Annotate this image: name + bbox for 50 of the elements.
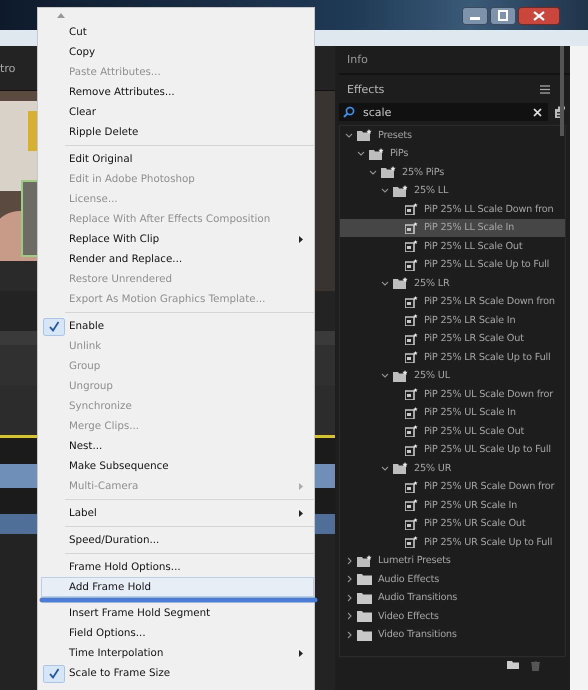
menu-item[interactable]: Render and Replace... [41,249,314,269]
panel-title: Effects [347,82,384,96]
tree-item[interactable]: PiP 25% LR Scale Out [340,330,565,348]
tree-item[interactable]: 25% LR [340,274,565,292]
tree-item[interactable]: PiP 25% LR Scale In [340,311,565,330]
panel-tab[interactable]: tro [0,62,16,74]
tree-item[interactable]: PiP 25% UL Scale Up to Full [340,440,565,459]
tree-item[interactable]: PiP 25% UL Scale Down fror [340,385,565,404]
menu-item[interactable]: Field Options... [41,623,314,643]
tree-item[interactable]: PiP 25% LL Scale In [340,218,565,237]
menu-item[interactable]: Insert Frame Hold Segment [41,603,314,623]
menu-item[interactable]: Remove Attributes... [41,82,314,102]
tree-item[interactable]: PiP 25% UR Scale In [340,496,565,514]
menu-item[interactable]: Frame Hold Options... [41,557,314,577]
tree-item[interactable]: Video Transitions [340,626,565,644]
tree-item[interactable]: Audio Effects [340,570,565,588]
menu-item[interactable]: Copy [41,42,314,62]
tree-item[interactable]: PiP 25% LL Scale Out [340,237,565,256]
tree-item[interactable]: PiP 25% UR Scale Out [340,514,565,533]
menu-item[interactable]: Time Interpolation [41,643,314,663]
tree-item[interactable]: Presets [340,126,565,144]
menu-item[interactable]: Cut [41,22,314,42]
menu-item[interactable]: Add Frame Hold [41,577,314,597]
menu-item[interactable]: Clear [41,102,314,122]
tree-item[interactable]: 25% UR [340,459,565,478]
tree-item[interactable]: Lumetri Presets [340,552,565,570]
tree-item[interactable]: 25% UL [340,366,565,385]
menu-item[interactable]: Edit Original [41,149,314,169]
tree-item[interactable]: PiP 25% UL Scale Out [340,422,565,440]
tree-item[interactable]: Audio Transitions [340,588,565,607]
menu-item[interactable]: Nest... [41,436,314,456]
tree-item[interactable]: 25% PiPs [340,163,565,182]
menu-item[interactable]: Label [41,503,314,523]
tree-item[interactable]: PiP 25% UR Scale Down fror [340,478,565,496]
tree-item[interactable]: PiP 25% LL Scale Up to Full [340,256,565,274]
menu-item[interactable]: Speed/Duration... [41,530,314,550]
menu-item[interactable]: Make Subsequence [41,456,314,476]
tree-item[interactable]: PiPs [340,144,565,163]
menu-item[interactable]: Replace With Clip [41,229,314,249]
tree-item[interactable]: Video Effects [340,607,565,626]
menu-item[interactable]: Scale to Frame Size [41,663,314,683]
search-field[interactable]: scale [339,103,548,121]
tree-item[interactable]: PiP 25% LR Scale Down fron [340,292,565,311]
tree-item[interactable]: PiP 25% UL Scale In [340,404,565,422]
menu-item[interactable]: Enable [41,316,314,336]
tree-item[interactable]: 25% LL [340,182,565,200]
tree-item[interactable]: PiP 25% LR Scale Up to Full [340,348,565,366]
tree-item[interactable]: PiP 25% LL Scale Down fron [340,200,565,218]
menu-item[interactable]: Ripple Delete [41,122,314,142]
tree-item[interactable]: PiP 25% UR Scale Up to Full [340,533,565,552]
